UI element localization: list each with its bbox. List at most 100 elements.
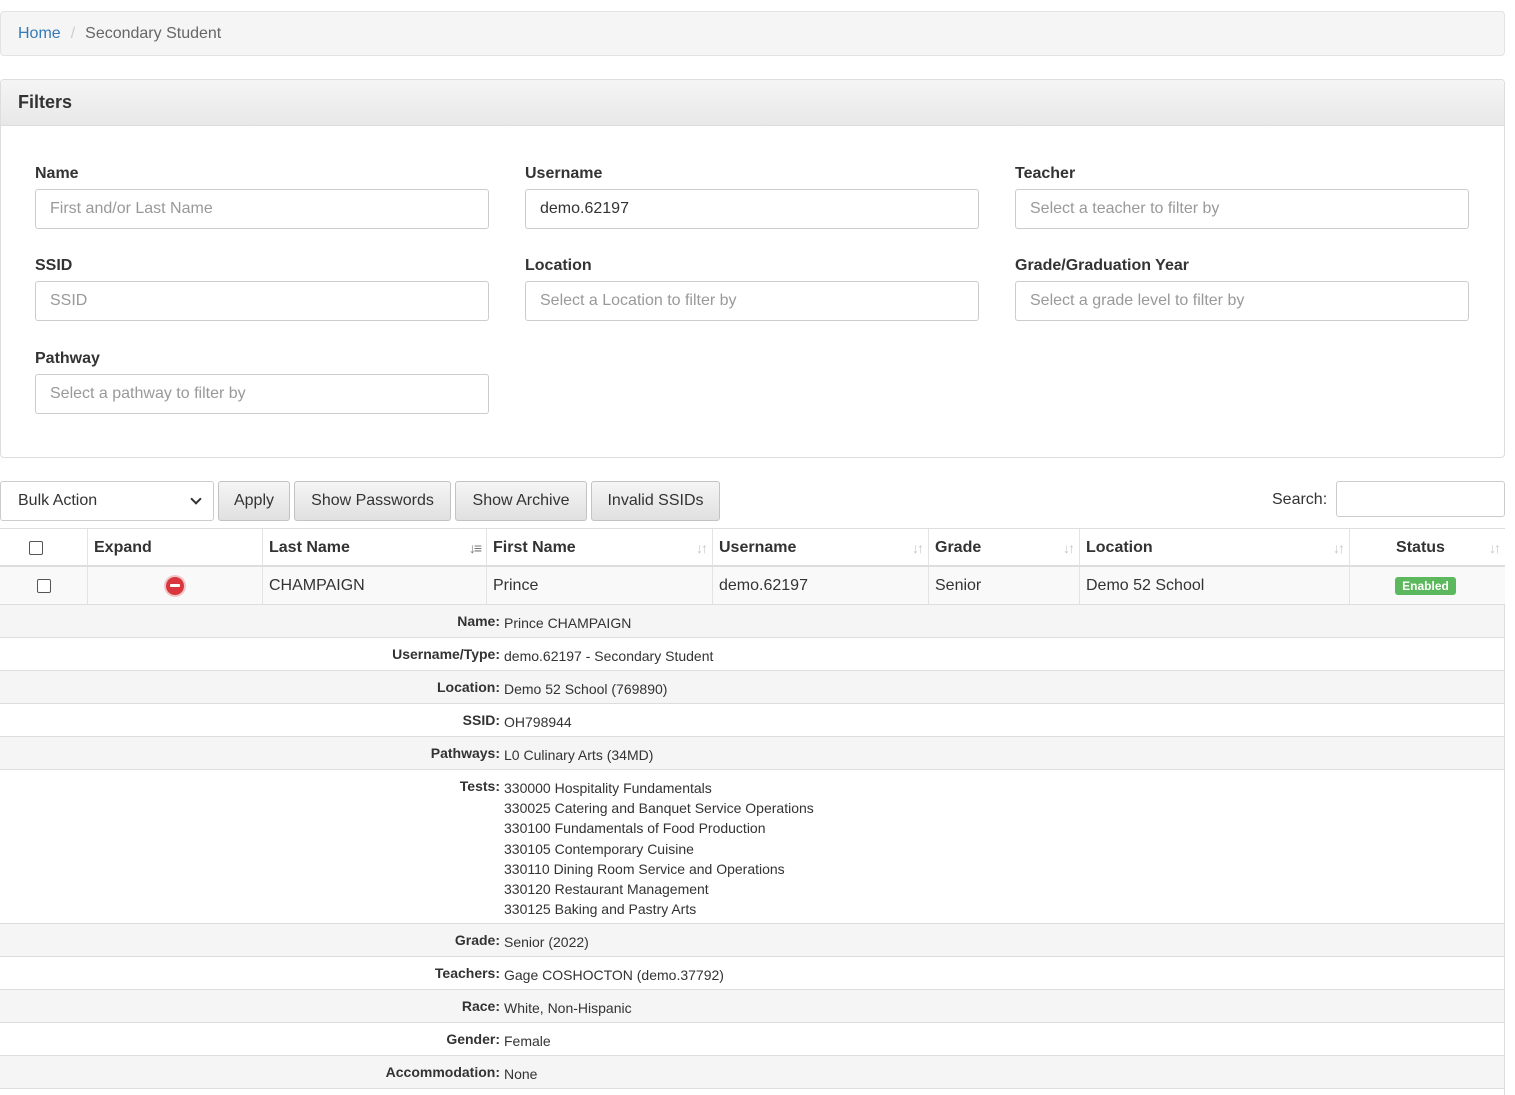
header-location[interactable]: Location ↓↑: [1080, 529, 1350, 566]
breadcrumb: Home / Secondary Student: [0, 11, 1505, 56]
detail-value: Female: [504, 1033, 551, 1049]
header-last-name-label: Last Name: [269, 538, 350, 556]
header-first-name[interactable]: First Name ↓↑: [487, 529, 713, 566]
pathway-filter-label: Pathway: [35, 350, 100, 367]
detail-value: Gage COSHOCTON (demo.37792): [504, 967, 724, 983]
detail-value: None: [504, 1066, 538, 1082]
filters-panel-heading: Filters: [1, 80, 1504, 126]
show-archive-button[interactable]: Show Archive: [455, 481, 587, 521]
test-item: 330125 Baking and Pastry Arts: [504, 901, 697, 918]
header-status[interactable]: Status ↓↑: [1350, 529, 1505, 566]
pathway-filter: Pathway Select a pathway to filter by: [35, 350, 489, 414]
test-item: 330120 Restaurant Management: [504, 880, 709, 897]
select-all-header: [0, 529, 88, 566]
header-grade-label: Grade: [935, 538, 982, 556]
detail-key: Location:: [437, 679, 500, 695]
test-item: 330110 Dining Room Service and Operation…: [504, 860, 785, 877]
row-select-cell: [0, 567, 88, 604]
search-input[interactable]: [1336, 481, 1505, 517]
sort-icon: ↓↑: [696, 540, 708, 556]
detail-value: demo.62197 - Secondary Student: [504, 648, 714, 664]
username-filter-input[interactable]: demo.62197: [525, 189, 979, 229]
breadcrumb-home-link[interactable]: Home: [18, 25, 61, 43]
location-filter: Location Select a Location to filter by: [525, 257, 979, 321]
detail-row-accommodation: Accommodation: None: [0, 1056, 1505, 1089]
detail-value: Senior (2022): [504, 934, 589, 950]
sort-icon: ↓↑: [1063, 540, 1075, 556]
header-first-name-label: First Name: [493, 538, 576, 556]
grade-filter: Grade/Graduation Year Select a grade lev…: [1015, 257, 1469, 321]
test-item: 330025 Catering and Banquet Service Oper…: [504, 800, 814, 817]
test-item: 330100 Fundamentals of Food Production: [504, 820, 766, 837]
detail-value: L0 Culinary Arts (34MD): [504, 747, 654, 763]
ssid-filter-input[interactable]: SSID: [35, 281, 489, 321]
detail-key: Grade:: [454, 932, 500, 948]
detail-value: White, Non-Hispanic: [504, 1000, 632, 1016]
cell-last-name: CHAMPAIGN: [263, 567, 487, 604]
sort-ascending-icon: ↓≡: [468, 540, 482, 556]
detail-row-location: Location: Demo 52 School (769890): [0, 671, 1505, 704]
ssid-filter-label: SSID: [35, 257, 73, 274]
header-grade[interactable]: Grade ↓↑: [929, 529, 1080, 566]
cell-location: Demo 52 School: [1080, 567, 1350, 604]
filters-panel: Filters Name First and/or Last Name User…: [0, 79, 1505, 458]
name-filter-input[interactable]: First and/or Last Name: [35, 189, 489, 229]
location-filter-label: Location: [525, 257, 592, 274]
test-item: 330000 Hospitality Fundamentals: [504, 780, 712, 796]
students-table: Expand Last Name ↓≡ First Name ↓↑ Userna…: [0, 528, 1505, 1089]
apply-button[interactable]: Apply: [218, 481, 290, 521]
sort-icon: ↓↑: [1489, 540, 1501, 556]
status-badge: Enabled: [1395, 576, 1456, 595]
detail-row-username-type: Username/Type: demo.62197 - Secondary St…: [0, 638, 1505, 671]
detail-row-tests: Tests: 330000 Hospitality Fundamentals 3…: [0, 770, 1505, 924]
detail-value: Prince CHAMPAIGN: [504, 615, 632, 631]
ssid-filter: SSID SSID: [35, 257, 489, 321]
grade-filter-select[interactable]: Select a grade level to filter by: [1015, 281, 1469, 321]
chevron-down-icon: [190, 493, 202, 505]
sort-icon: ↓↑: [912, 540, 924, 556]
cell-status: Enabled: [1350, 567, 1505, 604]
detail-key: Name:: [457, 613, 500, 629]
detail-row-ssid: SSID: OH798944: [0, 704, 1505, 737]
table-row[interactable]: CHAMPAIGN Prince demo.62197 Senior Demo …: [0, 567, 1505, 605]
filters-title: Filters: [18, 92, 73, 112]
teacher-filter-label: Teacher: [1015, 165, 1076, 182]
header-last-name[interactable]: Last Name ↓≡: [263, 529, 487, 566]
detail-key: SSID:: [462, 712, 500, 728]
bulk-action-select[interactable]: Bulk Action: [0, 481, 214, 521]
detail-value: OH798944: [504, 714, 572, 730]
collapse-minus-icon[interactable]: [166, 576, 184, 595]
detail-key: Race:: [461, 998, 500, 1014]
invalid-ssids-button[interactable]: Invalid SSIDs: [591, 481, 720, 521]
table-toolbar: Bulk Action Apply Show Passwords Show Ar…: [0, 481, 1505, 521]
row-select-checkbox[interactable]: [36, 578, 51, 593]
breadcrumb-separator: /: [70, 24, 76, 42]
username-filter: Username demo.62197: [525, 165, 979, 229]
header-location-label: Location: [1086, 538, 1153, 556]
teacher-filter: Teacher Select a teacher to filter by: [1015, 165, 1469, 229]
name-filter-label: Name: [35, 165, 79, 182]
sort-icon: ↓↑: [1333, 540, 1345, 556]
pathway-filter-select[interactable]: Select a pathway to filter by: [35, 374, 489, 414]
teacher-filter-select[interactable]: Select a teacher to filter by: [1015, 189, 1469, 229]
location-filter-select[interactable]: Select a Location to filter by: [525, 281, 979, 321]
header-status-label: Status: [1396, 538, 1445, 556]
name-filter: Name First and/or Last Name: [35, 165, 489, 229]
table-header-row: Expand Last Name ↓≡ First Name ↓↑ Userna…: [0, 528, 1505, 567]
search-label: Search:: [1272, 491, 1328, 508]
cell-username: demo.62197: [713, 567, 929, 604]
detail-key: Gender:: [446, 1031, 500, 1047]
grade-filter-label: Grade/Graduation Year: [1015, 257, 1189, 274]
bulk-action-value: Bulk Action: [18, 492, 98, 509]
detail-value-list: 330000 Hospitality Fundamentals 330025 C…: [504, 778, 814, 919]
detail-key: Pathways:: [430, 745, 500, 761]
show-passwords-button[interactable]: Show Passwords: [294, 481, 451, 521]
detail-row-teachers: Teachers: Gage COSHOCTON (demo.37792): [0, 957, 1505, 990]
detail-key: Tests:: [459, 778, 500, 794]
detail-row-pathways: Pathways: L0 Culinary Arts (34MD): [0, 737, 1505, 770]
header-username-label: Username: [719, 538, 797, 556]
select-all-checkbox[interactable]: [28, 540, 43, 555]
breadcrumb-current: Secondary Student: [85, 24, 222, 42]
detail-row-name: Name: Prince CHAMPAIGN: [0, 605, 1505, 638]
header-username[interactable]: Username ↓↑: [713, 529, 929, 566]
